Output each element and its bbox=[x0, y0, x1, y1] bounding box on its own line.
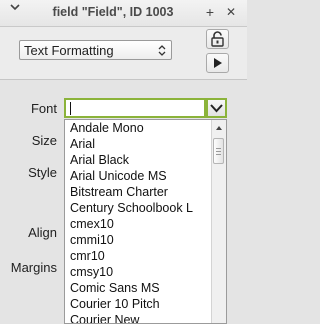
font-label: Font bbox=[30, 101, 57, 116]
font-option[interactable]: cmmi10 bbox=[65, 232, 213, 248]
font-option[interactable]: cmr10 bbox=[65, 248, 213, 264]
lock-icon bbox=[211, 31, 224, 47]
font-dropdown-button[interactable] bbox=[206, 98, 227, 118]
font-input[interactable] bbox=[64, 98, 206, 118]
play-icon bbox=[214, 58, 222, 68]
window-title: field "Field", ID 1003 bbox=[52, 5, 174, 19]
chevron-down-icon bbox=[210, 104, 223, 113]
lock-button[interactable] bbox=[206, 29, 229, 49]
title-bar: field "Field", ID 1003 + ✕ bbox=[0, 0, 247, 27]
font-option[interactable]: Bitstream Charter bbox=[65, 184, 213, 200]
font-dropdown-list[interactable]: Andale Mono Arial Arial Black Arial Unicode… bbox=[64, 119, 227, 324]
inspector-mode-select[interactable]: Text Formatting bbox=[19, 40, 172, 60]
font-option[interactable]: Arial bbox=[65, 136, 213, 152]
scrollbar-thumb[interactable] bbox=[213, 138, 224, 164]
chevron-updown-icon bbox=[158, 44, 166, 60]
scroll-up-icon[interactable] bbox=[214, 123, 224, 133]
font-option[interactable]: Century Schoolbook L bbox=[65, 200, 213, 216]
font-option[interactable]: Courier 10 Pitch bbox=[65, 296, 213, 312]
font-option[interactable]: Andale Mono bbox=[65, 120, 213, 136]
font-options: Andale Mono Arial Arial Black Arial Unicode… bbox=[65, 120, 213, 323]
close-button[interactable]: ✕ bbox=[222, 3, 240, 21]
size-label: Size bbox=[31, 133, 57, 148]
inspector-mode-value: Text Formatting bbox=[24, 43, 114, 58]
font-option[interactable]: Comic Sans MS bbox=[65, 280, 213, 296]
font-option[interactable]: Arial Unicode MS bbox=[65, 168, 213, 184]
add-button[interactable]: + bbox=[201, 3, 219, 21]
font-option[interactable]: Arial Black bbox=[65, 152, 213, 168]
font-option[interactable]: cmex10 bbox=[65, 216, 213, 232]
style-label: Style bbox=[28, 165, 57, 180]
align-label: Align bbox=[28, 225, 57, 240]
dropdown-scrollbar[interactable] bbox=[211, 120, 226, 323]
font-option[interactable]: cmsy10 bbox=[65, 264, 213, 280]
font-option[interactable]: Courier New bbox=[65, 312, 213, 323]
play-button[interactable] bbox=[206, 53, 229, 73]
margins-label: Margins bbox=[10, 260, 57, 275]
text-caret bbox=[70, 102, 71, 115]
chevron-down-icon[interactable] bbox=[6, 3, 24, 21]
